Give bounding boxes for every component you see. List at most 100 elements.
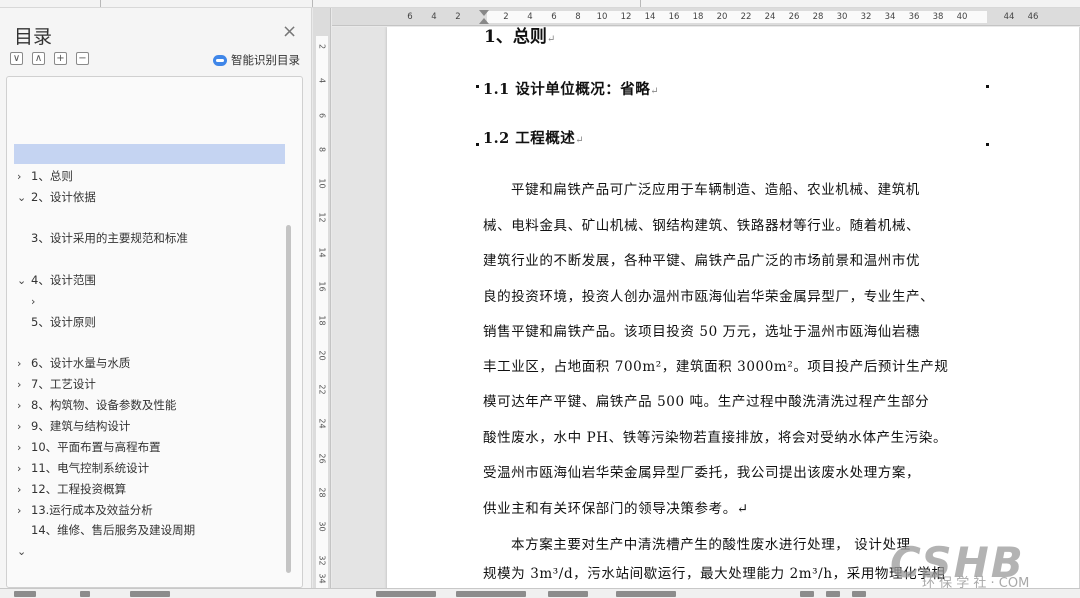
body-line[interactable]: 丰工业区，占地面积 700m²，建筑面积 3000m²。项目投产后预计生产规: [483, 355, 948, 375]
body-line[interactable]: 建筑行业的不断发展，各种平键、扁铁产品广泛的市场前景和温州市优: [483, 249, 920, 269]
vruler-num: 30: [317, 521, 327, 532]
toc-item-building-design[interactable]: › 9、建筑与结构设计: [17, 418, 130, 434]
chevron-right-icon[interactable]: ›: [17, 461, 31, 477]
body-line[interactable]: 供业主和有关环保部门的领导决策参考。↵: [483, 497, 749, 517]
close-icon[interactable]: ×: [282, 23, 297, 41]
toc-item-more[interactable]: ⌄: [17, 543, 31, 559]
status-bar: [0, 588, 1080, 598]
chevron-right-icon[interactable]: ›: [17, 440, 31, 456]
toc-scrollbar[interactable]: [286, 225, 291, 573]
horizontal-ruler[interactable]: 6 4 2 2 4 6 8 10 12 14 16 18 20 22 24 26…: [332, 8, 1080, 26]
hruler-num: 6: [407, 12, 413, 22]
vruler-num: 26: [317, 453, 327, 464]
body-line[interactable]: 规模为 3m³/d，污水站间歇运行，最大处理能力 2m³/h，采用物理化学相: [483, 562, 945, 582]
vruler-num: 6: [317, 112, 327, 119]
toc-item-process-design[interactable]: › 7、工艺设计: [17, 376, 96, 392]
anchor-marker: [476, 143, 479, 146]
toc-title: 目录: [14, 26, 53, 48]
smart-toc-label: 智能识别目录: [231, 53, 300, 67]
hruler-num: 38: [932, 12, 944, 22]
toc-item-standards[interactable]: 3、设计采用的主要规范和标准: [31, 230, 188, 246]
vruler-num: 4: [317, 77, 327, 84]
toc-item-structures[interactable]: › 8、构筑物、设备参数及性能: [17, 397, 176, 413]
chevron-down-icon[interactable]: ⌄: [17, 190, 31, 206]
toc-item-budget[interactable]: › 12、工程投资概算: [17, 481, 126, 497]
hruler-num: 40: [956, 12, 968, 22]
hruler-num: 28: [812, 12, 824, 22]
toc-item-cost-analysis[interactable]: › 13.运行成本及效益分析: [17, 502, 153, 518]
vruler-num: 20: [317, 350, 327, 361]
anchor-marker: [476, 85, 479, 88]
toc-item-layout[interactable]: › 10、平面布置与高程布置: [17, 439, 161, 455]
hruler-num: 32: [860, 12, 872, 22]
app-window: 目录 × ∨ ∧ + − 智能识别目录 › 1、总则 ⌄ 2、设计依据 3、设计采用…: [0, 0, 1080, 598]
demote-icon[interactable]: −: [76, 52, 89, 65]
first-line-indent-marker[interactable]: [479, 10, 489, 16]
body-line[interactable]: 良的投资环境，投资人创办温州市瓯海仙岩华荣金属异型厂，专业生产、: [483, 285, 934, 305]
heading-1-2[interactable]: 1.2 工程概述↵: [483, 127, 584, 148]
vruler-num: 34: [317, 573, 327, 584]
body-line[interactable]: 平键和扁铁产品可广泛应用于车辆制造、造船、农业机械、建筑机: [511, 178, 920, 198]
hruler-num: 22: [740, 12, 752, 22]
hruler-num: 36: [908, 12, 920, 22]
hruler-num: 26: [788, 12, 800, 22]
body-line[interactable]: 销售平键和扁铁产品。该项目投资 50 万元，选址于温州市瓯海仙岩穗: [483, 320, 920, 340]
toc-item-design-basis[interactable]: ⌄ 2、设计依据: [17, 189, 96, 205]
hruler-num: 8: [575, 12, 581, 22]
toc-item-design-scope[interactable]: ⌄ 4、设计范围: [17, 272, 96, 288]
heading-1-1[interactable]: 1.1 设计单位概况：省略↵: [483, 78, 659, 99]
toc-selected-row[interactable]: [14, 144, 285, 164]
hruler-num: 10: [596, 12, 608, 22]
body-line[interactable]: 械、电料金具、矿山机械、钢结构建筑、铁路器材等行业。随着机械、: [483, 214, 920, 234]
toc-item-water-quality[interactable]: › 6、设计水量与水质: [17, 355, 130, 371]
chevron-down-icon[interactable]: ⌄: [17, 273, 31, 289]
body-line[interactable]: 模可达年产平键、扁铁产品 500 吨。生产过程中酸洗清洗过程产生部分: [483, 390, 929, 410]
body-line[interactable]: 受温州市瓯海仙岩华荣金属异型厂委托，我公司提出该废水处理方案，: [483, 461, 920, 481]
toc-item-maintenance[interactable]: 14、维修、售后服务及建设周期: [31, 522, 195, 538]
toc-item-general[interactable]: › 1、总则: [17, 168, 73, 184]
toc-item-electrical[interactable]: › 11、电气控制系统设计: [17, 460, 149, 476]
hruler-num: 34: [884, 12, 896, 22]
chevron-right-icon[interactable]: ›: [17, 356, 31, 372]
toc-panel: 目录 × ∨ ∧ + − 智能识别目录 › 1、总则 ⌄ 2、设计依据 3、设计采用…: [0, 8, 312, 588]
watermark-logo: CSHB 环 保 学 社 · COM: [890, 538, 1029, 591]
hruler-num: 6: [551, 12, 557, 22]
promote-icon[interactable]: +: [54, 52, 67, 65]
body-line[interactable]: 酸性废水，水中 PH、铁等污染物若直接排放，将会对受纳水体产生污染。: [483, 426, 947, 446]
toc-item-design-principles[interactable]: 5、设计原则: [31, 314, 96, 330]
vruler-num: 10: [317, 178, 327, 189]
document-page[interactable]: 1、总则↵ 1.1 设计单位概况：省略↵ 1.2 工程概述↵ 平键和扁铁产品可广…: [387, 27, 1079, 588]
chevron-right-icon[interactable]: ›: [17, 419, 31, 435]
smart-toc-button[interactable]: 智能识别目录: [213, 52, 300, 68]
vruler-num: 8: [317, 146, 327, 153]
body-line[interactable]: 本方案主要对生产中清洗槽产生的酸性废水进行处理， 设计处理: [511, 533, 911, 553]
anchor-marker: [986, 85, 989, 88]
chevron-right-icon[interactable]: ›: [17, 503, 31, 519]
hruler-num: 12: [620, 12, 632, 22]
top-toolbar-strip: [0, 0, 1080, 8]
heading-1[interactable]: 1、总则↵: [484, 27, 555, 47]
expand-icon[interactable]: ∨: [10, 52, 23, 65]
chevron-right-icon[interactable]: ›: [17, 377, 31, 393]
hruler-num: 24: [764, 12, 776, 22]
vruler-num: 28: [317, 487, 327, 498]
chevron-right-icon[interactable]: ›: [17, 169, 31, 185]
document-canvas[interactable]: 1、总则↵ 1.1 设计单位概况：省略↵ 1.2 工程概述↵ 平键和扁铁产品可广…: [332, 27, 1080, 588]
left-indent-marker[interactable]: [479, 18, 489, 24]
collapse-icon[interactable]: ∧: [32, 52, 45, 65]
toc-item-empty[interactable]: ›: [31, 293, 45, 309]
vertical-ruler[interactable]: 2 4 6 8 10 12 14 16 18 20 22 24 26 28 30…: [313, 8, 331, 588]
hruler-num: 18: [692, 12, 704, 22]
hruler-num: 2: [503, 12, 509, 22]
hruler-num: 46: [1027, 12, 1039, 22]
chevron-right-icon[interactable]: ›: [17, 398, 31, 414]
paragraph-mark: ↵: [650, 86, 660, 97]
vruler-num: 12: [317, 212, 327, 223]
chevron-right-icon[interactable]: ›: [31, 294, 45, 310]
vruler-num: 32: [317, 555, 327, 566]
hruler-num: 14: [644, 12, 656, 22]
hruler-num: 2: [455, 12, 461, 22]
toc-list: › 1、总则 ⌄ 2、设计依据 3、设计采用的主要规范和标准 ⌄ 4、设计范围 › 5…: [6, 76, 303, 588]
chevron-down-icon[interactable]: ⌄: [17, 544, 31, 560]
chevron-right-icon[interactable]: ›: [17, 482, 31, 498]
